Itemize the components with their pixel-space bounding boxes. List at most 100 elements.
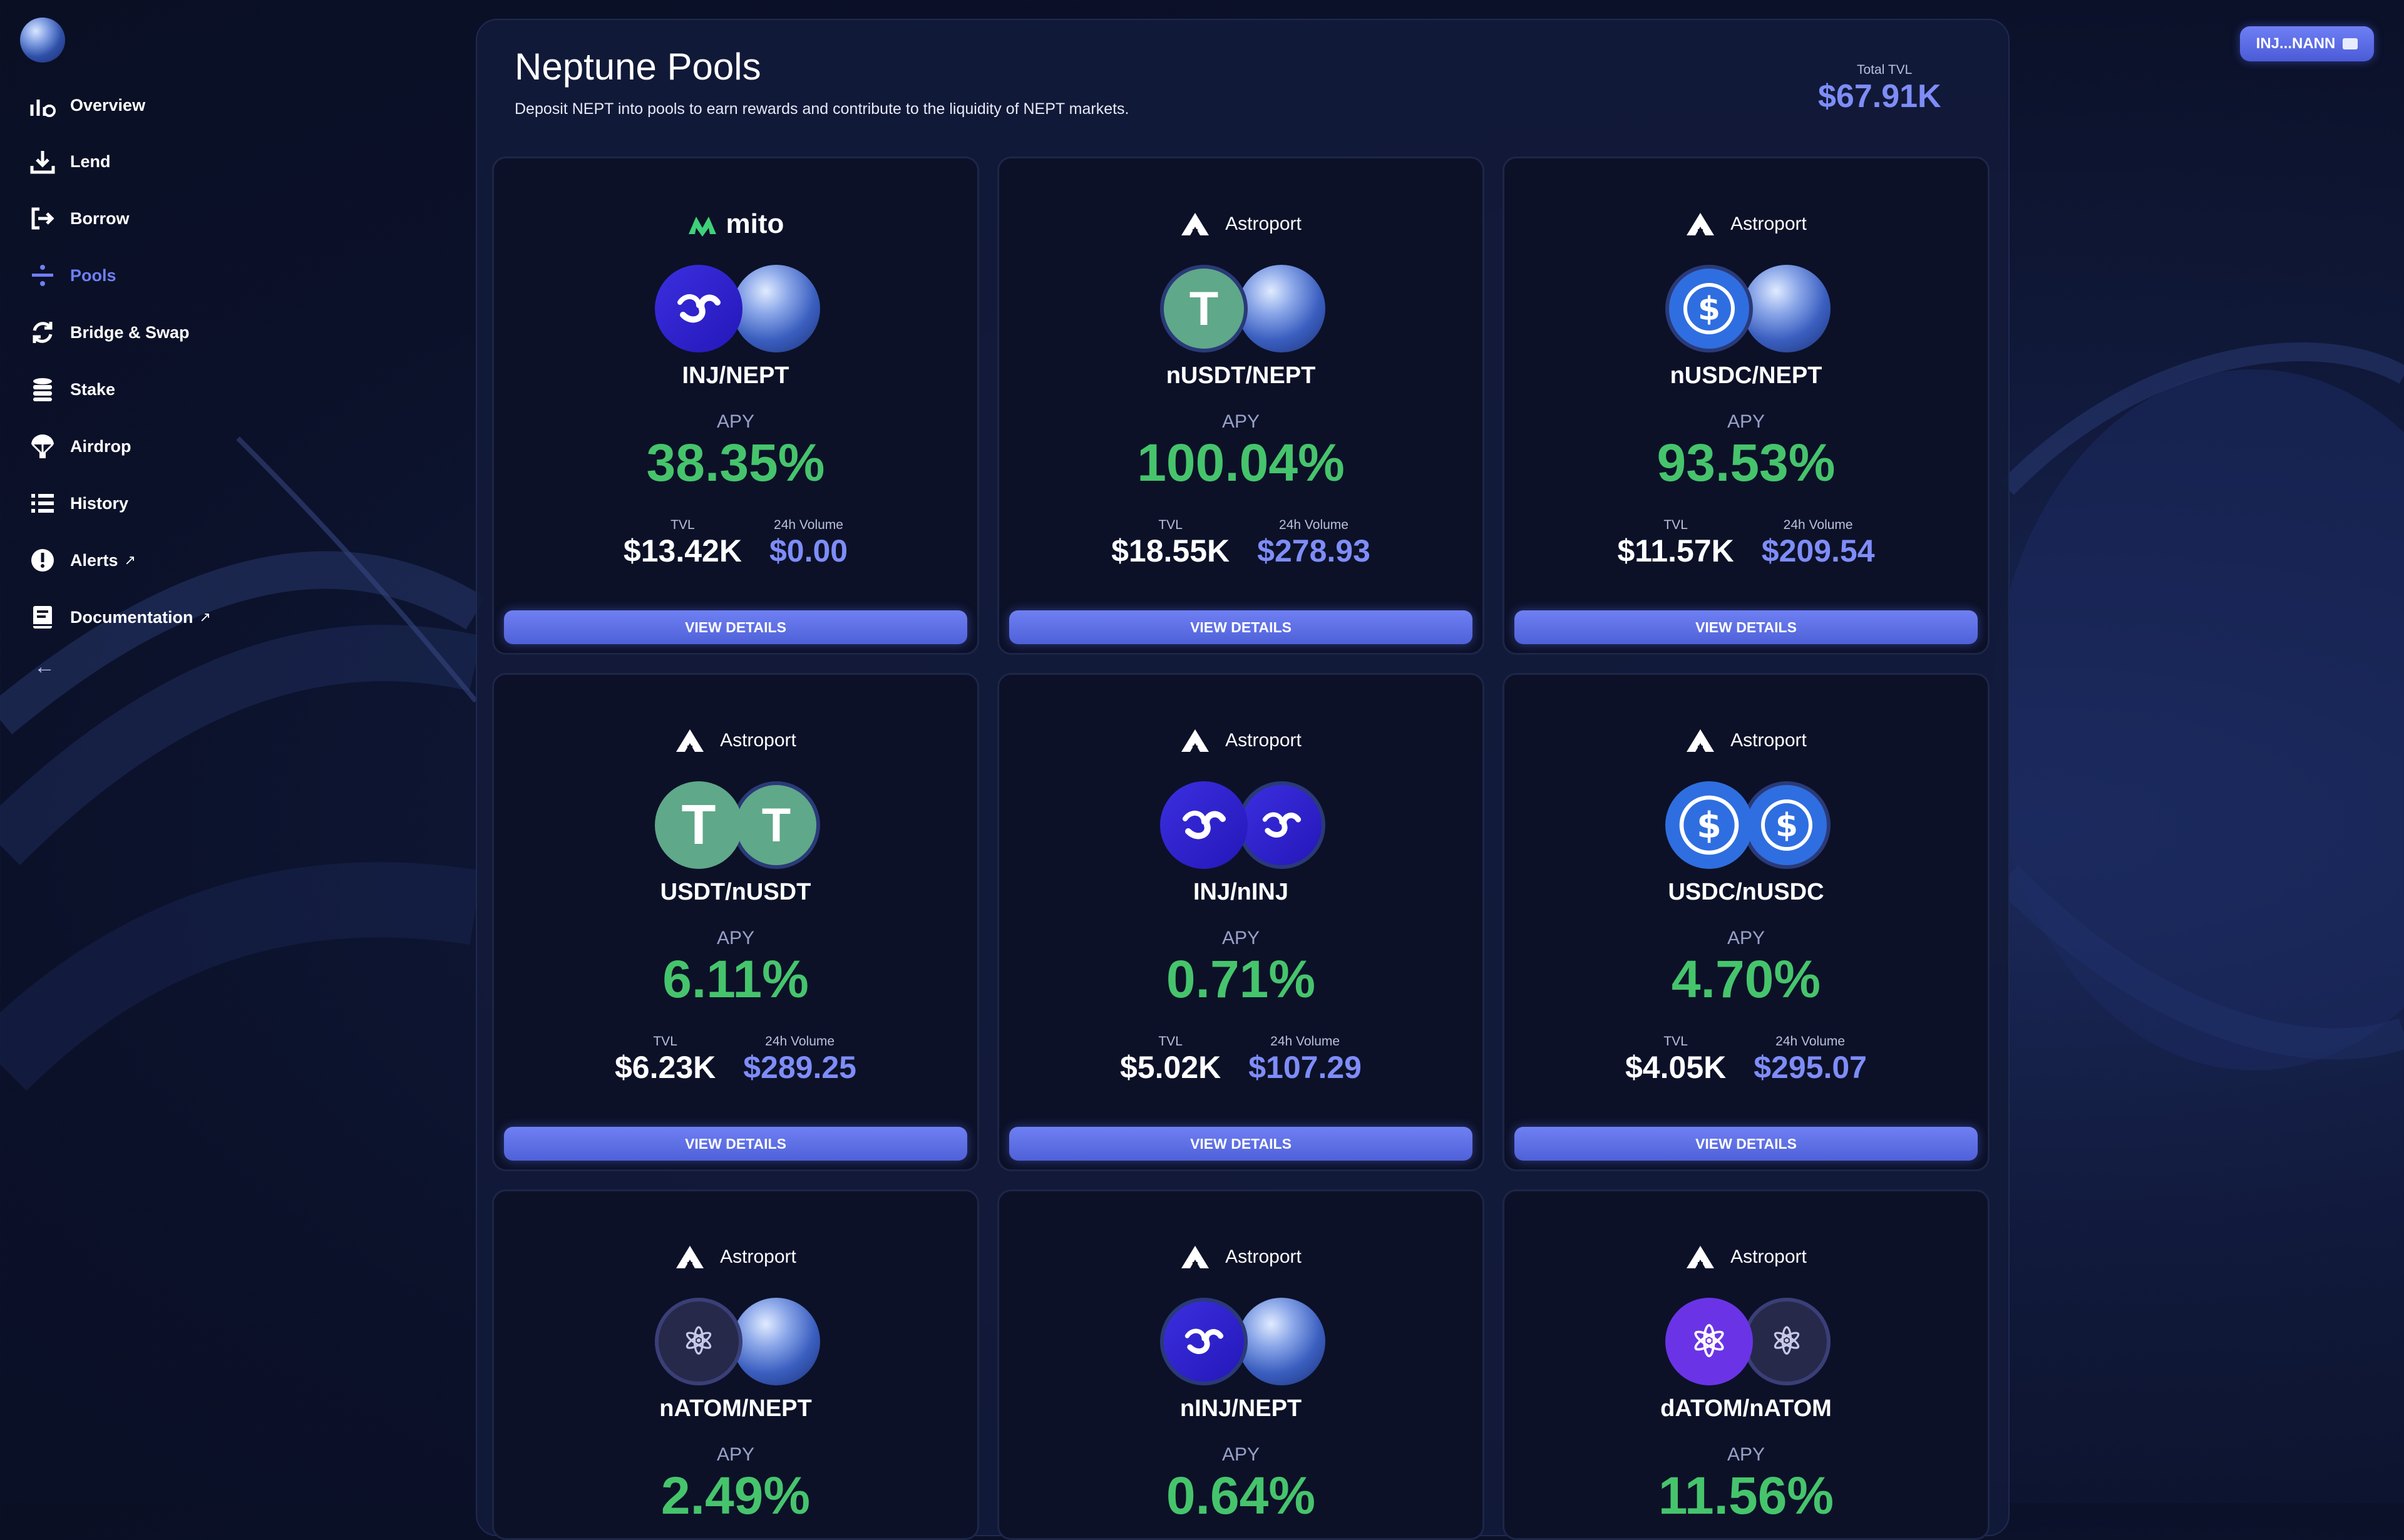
provider: mito — [494, 208, 977, 240]
external-link-icon: ↗ — [124, 552, 136, 568]
astroport-logo-icon — [1181, 729, 1210, 752]
sidebar-item-label: Overview — [70, 95, 146, 115]
apy-value: 100.04% — [1137, 433, 1345, 492]
mito-logo-icon — [688, 217, 716, 237]
pool-stats: TVL $11.57K 24h Volume $209.54 — [1504, 518, 1988, 569]
pool-pair: nATOM/NEPT — [659, 1395, 812, 1422]
total-tvl-value: $67.91K — [1818, 78, 1941, 115]
provider-name: Astroport — [1225, 1246, 1302, 1267]
sidebar-item-label: Lend — [70, 151, 111, 171]
usdc-icon: $ — [1665, 781, 1753, 869]
apy-label: APY — [1727, 411, 1765, 432]
sidebar-item-overview[interactable]: Overview — [28, 86, 145, 124]
refresh-icon — [28, 317, 58, 347]
pool-pair: dATOM/nATOM — [1660, 1395, 1832, 1422]
neptune-token-icon — [1743, 265, 1831, 352]
pool-stats: TVL $6.23K 24h Volume $289.25 — [494, 1034, 977, 1086]
divide-icon — [28, 260, 58, 290]
sidebar-item-alerts[interactable]: Alerts ↗ — [28, 542, 136, 579]
neptune-token-icon — [732, 265, 820, 352]
pool-pair: nINJ/NEPT — [1179, 1395, 1302, 1422]
pool-pair: USDT/nUSDT — [660, 879, 811, 905]
page-title: Neptune Pools — [515, 46, 761, 88]
sidebar-item-documentation[interactable]: Documentation ↗ — [28, 598, 211, 636]
sidebar-item-history[interactable]: History — [28, 485, 128, 522]
apy-value: 4.70% — [1671, 950, 1821, 1009]
apy-value: 2.49% — [660, 1466, 811, 1525]
tvl-label: TVL — [1663, 1034, 1688, 1049]
arrow-left-icon[interactable]: ← — [34, 655, 55, 679]
pool-card-usdt-nusdt: Astroport T T USDT/nUSDT APY 6.11% TVL $6… — [492, 673, 979, 1171]
injective-icon — [655, 265, 742, 352]
neptune-token-icon — [1238, 265, 1325, 352]
provider: Astroport — [999, 725, 1482, 756]
usdt-icon: T — [655, 781, 742, 869]
apy-label: APY — [1221, 411, 1260, 432]
nusdc-icon: $ — [1743, 781, 1831, 869]
view-details-button[interactable]: VIEW DETAILS — [504, 1127, 967, 1161]
view-details-button[interactable]: VIEW DETAILS — [1514, 610, 1978, 644]
sidebar-item-borrow[interactable]: Borrow — [28, 200, 130, 237]
natom-icon: ⚛ — [655, 1298, 742, 1385]
token-pair-icons: ⚛ ⚛ — [1665, 1298, 1831, 1385]
volume-value: $295.07 — [1754, 1050, 1867, 1085]
tvl-label: TVL — [670, 518, 695, 532]
alert-icon — [28, 545, 58, 575]
sign-out-icon — [28, 203, 58, 234]
provider-name: Astroport — [720, 1246, 796, 1267]
apy-label: APY — [1727, 928, 1765, 948]
pool-pair: INJ/NEPT — [682, 362, 789, 389]
sidebar-item-lend[interactable]: Lend — [28, 143, 111, 180]
view-details-button[interactable]: VIEW DETAILS — [504, 610, 967, 644]
injective-icon — [1160, 781, 1248, 869]
download-icon — [28, 146, 58, 177]
apy-label: APY — [1727, 1444, 1765, 1465]
sidebar-item-stake[interactable]: Stake — [28, 371, 115, 408]
provider-name: Astroport — [1225, 213, 1302, 234]
sidebar-item-pools[interactable]: Pools — [28, 257, 116, 294]
parachute-icon — [28, 431, 58, 461]
volume-label: 24h Volume — [1279, 518, 1348, 532]
neptune-token-icon — [732, 1298, 820, 1385]
pool-stats: TVL $5.02K 24h Volume $107.29 — [999, 1034, 1482, 1086]
provider-name: Astroport — [720, 730, 796, 751]
astroport-logo-icon — [1181, 213, 1210, 235]
nusdt-icon: T — [1160, 265, 1248, 352]
sidebar-item-label: Alerts — [70, 550, 118, 570]
sidebar-item-label: Pools — [70, 265, 116, 285]
tvl-value: $11.57K — [1617, 533, 1734, 568]
tvl-value: $18.55K — [1111, 533, 1230, 568]
provider-name: Astroport — [1730, 213, 1807, 234]
datom-icon: ⚛ — [1665, 1298, 1753, 1385]
pool-stats: TVL $4.05K 24h Volume $295.07 — [1504, 1034, 1988, 1086]
astroport-logo-icon — [1687, 213, 1715, 235]
volume-label: 24h Volume — [1775, 1034, 1846, 1049]
pool-card-inj-ninj: Astroport INJ/nINJ APY 0.71% TVL $5.02K 2… — [997, 673, 1484, 1171]
provider-name: Astroport — [1225, 730, 1302, 751]
page-subtitle: Deposit NEPT into pools to earn rewards … — [515, 100, 1129, 118]
sidebar-item-bridge-swap[interactable]: Bridge & Swap — [28, 314, 190, 351]
provider: Astroport — [999, 1241, 1482, 1273]
volume-label: 24h Volume — [1270, 1034, 1340, 1049]
pool-pair: nUSDT/NEPT — [1166, 362, 1316, 389]
view-details-button[interactable]: VIEW DETAILS — [1009, 610, 1472, 644]
tvl-label: TVL — [1663, 518, 1688, 532]
neptune-logo[interactable] — [20, 18, 65, 63]
volume-label: 24h Volume — [765, 1034, 835, 1049]
sidebar-item-airdrop[interactable]: Airdrop — [28, 428, 131, 465]
sidebar-item-label: Stake — [70, 379, 116, 399]
external-link-icon: ↗ — [199, 609, 211, 625]
apy-label: APY — [716, 411, 755, 432]
wallet-button[interactable]: INJ...NANN — [2240, 26, 2374, 61]
tvl-value: $5.02K — [1120, 1050, 1221, 1085]
pool-card-nusdc-nept: Astroport $ nUSDC/NEPT APY 93.53% TVL $11… — [1503, 157, 1990, 655]
sidebar-item-label: Airdrop — [70, 436, 131, 456]
chart-dashboard-icon — [28, 90, 58, 120]
view-details-button[interactable]: VIEW DETAILS — [1514, 1127, 1978, 1161]
apy-value: 6.11% — [662, 950, 809, 1009]
astroport-logo-icon — [676, 1246, 704, 1268]
view-details-button[interactable]: VIEW DETAILS — [1009, 1127, 1472, 1161]
nusdt-icon: T — [732, 781, 820, 869]
token-pair-icons — [655, 265, 820, 352]
astroport-logo-icon — [1687, 729, 1715, 752]
